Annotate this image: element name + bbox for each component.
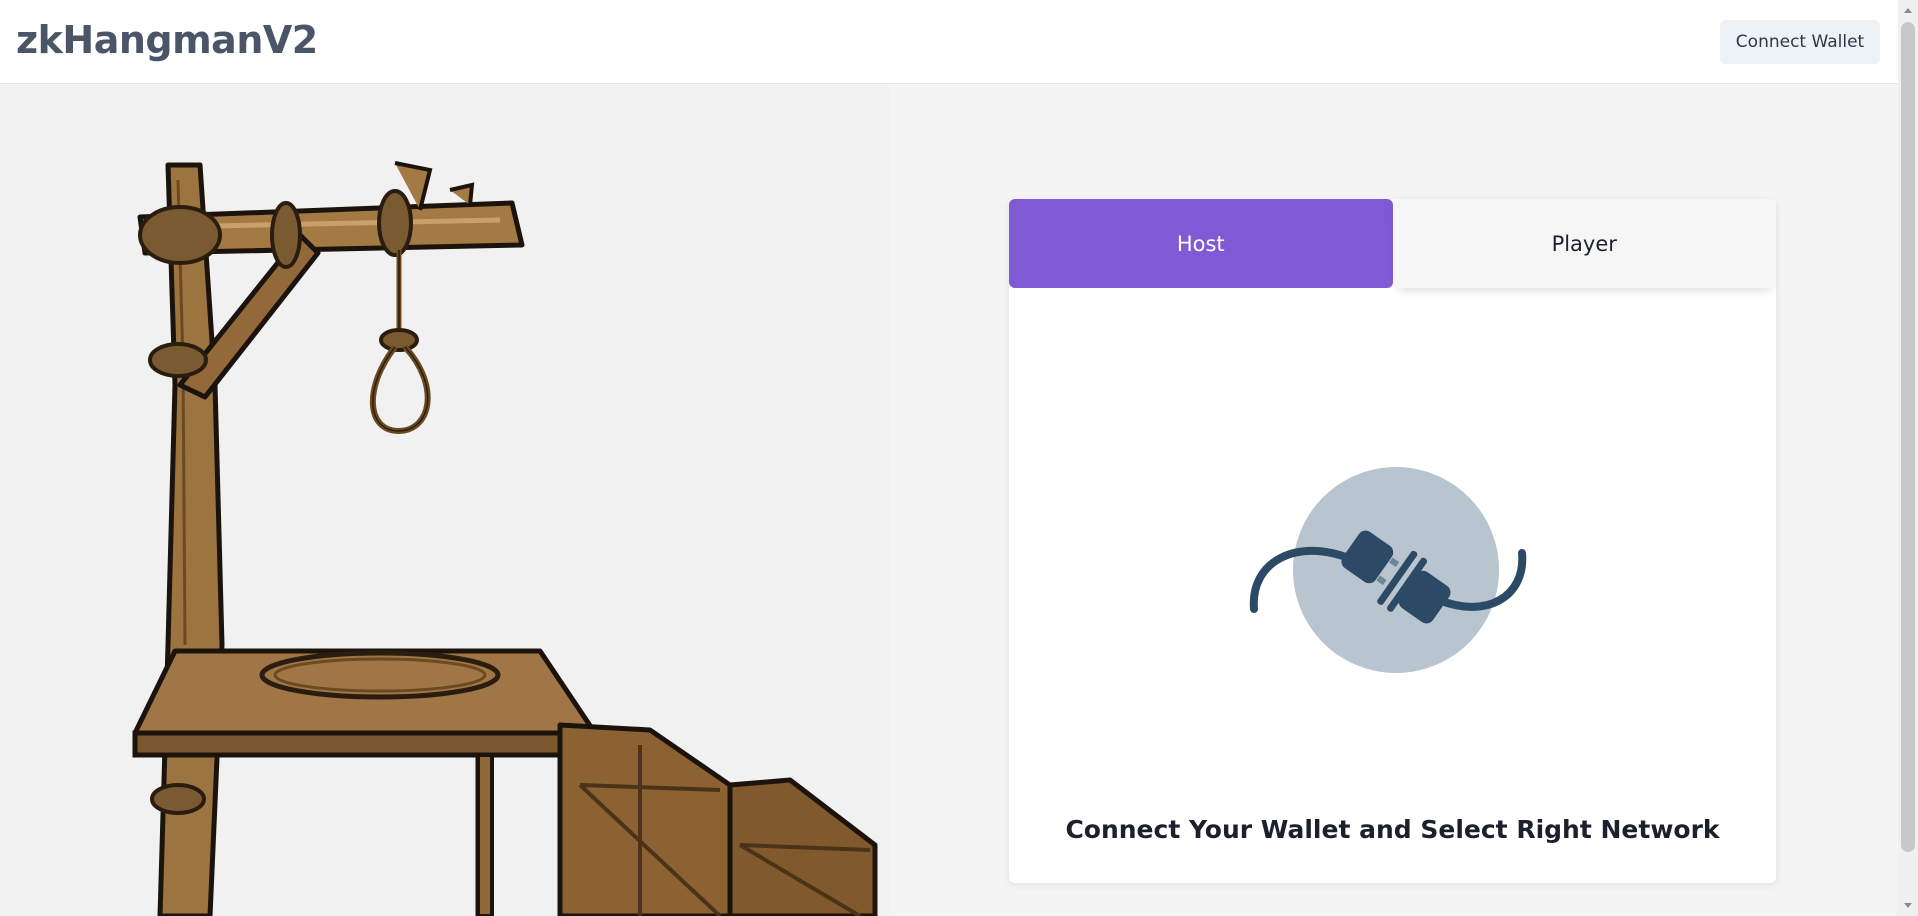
- game-panel: Host Player Connect Your Wallet and Sele…: [1009, 199, 1776, 883]
- page-scrollbar[interactable]: [1898, 0, 1918, 916]
- scroll-up-arrow-icon[interactable]: [1904, 8, 1912, 13]
- scrollbar-thumb[interactable]: [1901, 22, 1915, 852]
- gallows-illustration: [0, 85, 890, 916]
- app-title: zkHangmanV2: [16, 18, 318, 62]
- tab-host[interactable]: Host: [1009, 199, 1393, 288]
- tab-player[interactable]: Player: [1392, 199, 1776, 288]
- top-navbar: zkHangmanV2 Connect Wallet: [0, 0, 1898, 84]
- scroll-down-arrow-icon[interactable]: [1904, 903, 1912, 908]
- role-tabs: Host Player: [1009, 199, 1776, 288]
- disconnected-plug-icon: [1249, 467, 1527, 673]
- connect-wallet-button[interactable]: Connect Wallet: [1720, 20, 1880, 64]
- connect-wallet-message: Connect Your Wallet and Select Right Net…: [1065, 815, 1720, 844]
